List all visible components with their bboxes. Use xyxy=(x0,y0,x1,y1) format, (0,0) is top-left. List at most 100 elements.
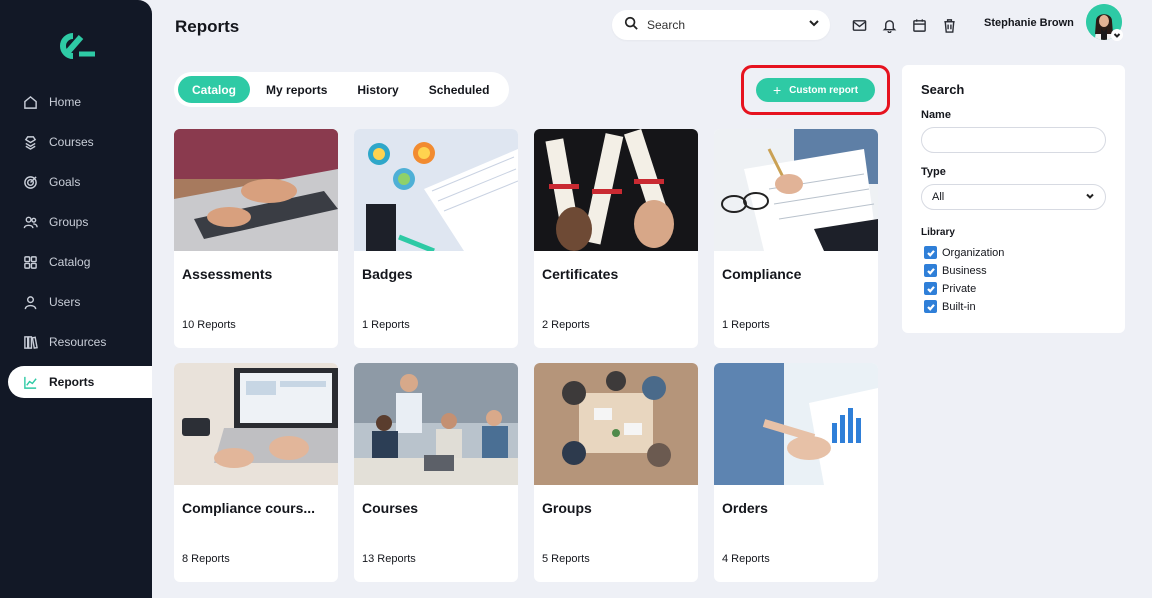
report-card-certificates[interactable]: Certificates 2 Reports xyxy=(534,129,698,348)
card-count: 8 Reports xyxy=(182,553,230,565)
books-icon xyxy=(22,334,38,350)
plus-icon: + xyxy=(772,82,782,98)
card-title: Compliance cours... xyxy=(182,500,316,516)
report-card-assessments[interactable]: Assessments 10 Reports xyxy=(174,129,338,348)
card-count: 1 Reports xyxy=(362,319,410,331)
report-card-orders[interactable]: Orders 4 Reports xyxy=(714,363,878,582)
card-image xyxy=(534,363,698,485)
logo-icon[interactable] xyxy=(53,31,97,61)
header-actions xyxy=(851,17,957,33)
sidebar-nav: Home Courses Goals Groups Catalog Users … xyxy=(8,86,152,406)
card-image xyxy=(174,129,338,251)
card-image xyxy=(714,363,878,485)
type-label: Type xyxy=(921,166,946,178)
tab-history[interactable]: History xyxy=(343,76,412,103)
search-input[interactable] xyxy=(647,18,808,32)
trash-icon[interactable] xyxy=(941,17,957,33)
sidebar-item-courses[interactable]: Courses xyxy=(8,126,152,158)
sidebar-item-reports[interactable]: Reports xyxy=(8,366,152,398)
checkbox-checked-icon[interactable] xyxy=(924,300,937,313)
sidebar-item-label: Groups xyxy=(49,215,89,229)
tab-scheduled[interactable]: Scheduled xyxy=(415,76,504,103)
card-count: 10 Reports xyxy=(182,319,236,331)
card-image xyxy=(174,363,338,485)
chevron-down-icon[interactable] xyxy=(1111,29,1123,41)
mail-icon[interactable] xyxy=(851,17,867,33)
type-select[interactable]: All xyxy=(921,184,1106,210)
card-title: Groups xyxy=(542,500,592,516)
chart-icon xyxy=(22,374,38,390)
report-card-groups[interactable]: Groups 5 Reports xyxy=(534,363,698,582)
global-search[interactable] xyxy=(612,10,830,40)
page-title: Reports xyxy=(175,17,240,36)
library-option-label: Organization xyxy=(942,246,1005,259)
card-image xyxy=(354,363,518,485)
courses-icon xyxy=(22,134,38,150)
panel-title: Search xyxy=(921,82,965,97)
calendar-icon[interactable] xyxy=(911,17,927,33)
bell-icon[interactable] xyxy=(881,17,897,33)
search-icon xyxy=(624,16,638,35)
name-field[interactable] xyxy=(921,127,1106,153)
sidebar-item-catalog[interactable]: Catalog xyxy=(8,246,152,278)
sidebar-item-label: Goals xyxy=(49,175,81,189)
library-option-label: Built-in xyxy=(942,300,976,313)
sidebar-item-goals[interactable]: Goals xyxy=(8,166,152,198)
card-image xyxy=(354,129,518,251)
sidebar-item-resources[interactable]: Resources xyxy=(8,326,152,358)
sidebar-item-label: Home xyxy=(49,95,82,109)
report-card-compliance-courses[interactable]: Compliance cours... 8 Reports xyxy=(174,363,338,582)
sidebar-item-label: Resources xyxy=(49,335,107,349)
card-count: 2 Reports xyxy=(542,319,590,331)
library-option-private[interactable]: Private xyxy=(924,282,976,295)
library-option-label: Private xyxy=(942,282,977,295)
card-count: 4 Reports xyxy=(722,553,770,565)
report-card-compliance[interactable]: Compliance 1 Reports xyxy=(714,129,878,348)
card-count: 5 Reports xyxy=(542,553,590,565)
search-panel: Search Name Type All Library Organizatio… xyxy=(902,65,1125,333)
card-title: Compliance xyxy=(722,266,802,282)
grid-icon xyxy=(22,254,38,270)
sidebar-item-groups[interactable]: Groups xyxy=(8,206,152,238)
sidebar-item-home[interactable]: Home xyxy=(8,86,152,118)
checkbox-checked-icon[interactable] xyxy=(924,246,937,259)
library-label: Library xyxy=(921,227,955,238)
checkbox-checked-icon[interactable] xyxy=(924,264,937,277)
card-title: Orders xyxy=(722,500,768,516)
users-icon xyxy=(22,214,38,230)
sidebar-item-label: Courses xyxy=(49,135,94,149)
checkbox-checked-icon[interactable] xyxy=(924,282,937,295)
type-select-value: All xyxy=(932,191,945,203)
tab-catalog[interactable]: Catalog xyxy=(178,76,251,103)
target-icon xyxy=(22,174,38,190)
card-title: Assessments xyxy=(182,266,273,282)
home-icon xyxy=(22,94,38,110)
chevron-down-icon[interactable] xyxy=(808,16,820,34)
name-label: Name xyxy=(921,109,951,121)
library-option-business[interactable]: Business xyxy=(924,264,987,277)
report-card-courses[interactable]: Courses 13 Reports xyxy=(354,363,518,582)
custom-report-label: Custom report xyxy=(789,84,859,96)
card-count: 1 Reports xyxy=(722,319,770,331)
library-option-label: Business xyxy=(942,264,987,277)
card-image xyxy=(714,129,878,251)
card-title: Courses xyxy=(362,500,419,516)
sidebar: Home Courses Goals Groups Catalog Users … xyxy=(0,0,152,598)
report-card-badges[interactable]: Badges 1 Reports xyxy=(354,129,518,348)
card-image xyxy=(534,129,698,251)
card-title: Badges xyxy=(362,266,413,282)
user-icon xyxy=(22,294,38,310)
chevron-down-icon xyxy=(1085,191,1095,204)
user-name: Stephanie Brown xyxy=(984,17,1074,29)
card-count: 13 Reports xyxy=(362,553,416,565)
sidebar-item-label: Reports xyxy=(49,375,95,389)
report-tabs: Catalog My reports History Scheduled xyxy=(174,72,510,107)
library-option-built-in[interactable]: Built-in xyxy=(924,300,976,313)
sidebar-item-label: Catalog xyxy=(49,255,91,269)
sidebar-item-label: Users xyxy=(49,295,81,309)
custom-report-button[interactable]: + Custom report xyxy=(756,78,875,102)
sidebar-item-users[interactable]: Users xyxy=(8,286,152,318)
tab-my-reports[interactable]: My reports xyxy=(252,76,341,103)
library-option-organization[interactable]: Organization xyxy=(924,246,1004,259)
card-title: Certificates xyxy=(542,266,619,282)
